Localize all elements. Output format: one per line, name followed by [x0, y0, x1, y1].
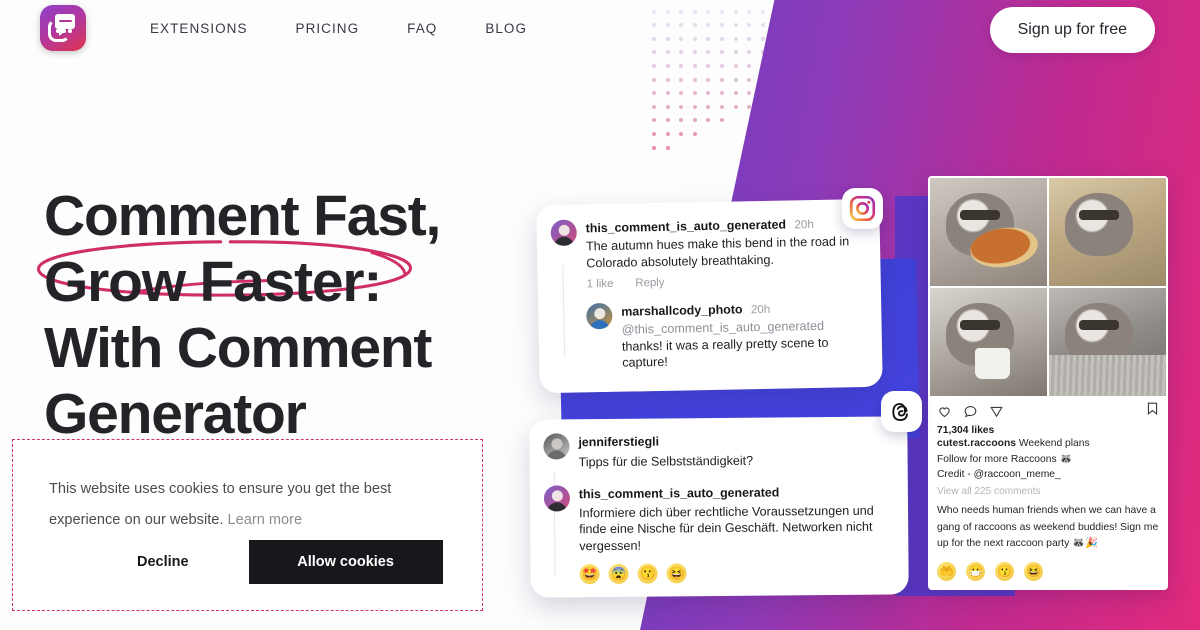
- reaction-emoji[interactable]: 😆: [1024, 562, 1043, 582]
- comment-text: Informiere dich über rechtliche Vorausse…: [578, 503, 874, 553]
- reaction-emoji[interactable]: 😨: [608, 563, 629, 584]
- heading-line-4: Generator: [44, 382, 307, 446]
- reply-button[interactable]: Reply: [635, 277, 664, 290]
- post-caption-line: Follow for more Raccoons 🦝: [937, 453, 1073, 465]
- reaction-emoji[interactable]: 😗: [995, 562, 1014, 582]
- share-icon[interactable]: [989, 404, 1004, 419]
- post-caption-credit: Credit - @raccoon_meme_: [937, 469, 1061, 481]
- view-all-comments-link[interactable]: View all 225 comments: [937, 486, 1159, 497]
- post-photo[interactable]: [930, 178, 1048, 287]
- site-header: EXTENSIONS PRICING FAQ BLOG Sign up for …: [0, 0, 1200, 56]
- comment-mention[interactable]: @this_comment_is_auto_generated: [621, 319, 824, 337]
- post-caption-line: cutest.raccoons Weekend plans: [937, 436, 1159, 452]
- reaction-emoji[interactable]: 😆: [666, 563, 687, 584]
- post-top-comment: Who needs human friends when we can have…: [937, 504, 1159, 550]
- post-photo[interactable]: [930, 287, 1048, 396]
- learn-more-link[interactable]: Learn more: [227, 512, 302, 528]
- nav-item-pricing[interactable]: PRICING: [296, 21, 360, 36]
- avatar[interactable]: [543, 433, 570, 460]
- cookie-message-text: This website uses cookies to ensure you …: [49, 481, 392, 528]
- comment-timestamp: 20h: [794, 217, 814, 232]
- nav-item-blog[interactable]: BLOG: [485, 21, 527, 36]
- instagram-post-card: 71,304 likes cutest.raccoons Weekend pla…: [928, 176, 1168, 590]
- comment-item: marshallcody_photo 20h @this_comment_is_…: [586, 298, 866, 372]
- comment-username[interactable]: this_comment_is_auto_generated: [586, 218, 787, 236]
- comment-icon[interactable]: [963, 404, 978, 419]
- hero-section: Comment Fast, Grow Faster: With Comment …: [36, 183, 441, 447]
- cookie-actions: Decline Allow cookies: [49, 540, 446, 584]
- nav-item-faq[interactable]: FAQ: [407, 21, 437, 36]
- decline-button[interactable]: Decline: [111, 544, 215, 580]
- cookie-consent-banner: This website uses cookies to ensure you …: [12, 439, 483, 611]
- signup-button[interactable]: Sign up for free: [989, 7, 1155, 53]
- avatar[interactable]: [543, 484, 571, 512]
- comment-body: thanks! it was a really pretty scene to …: [621, 335, 829, 370]
- page-title: Comment Fast, Grow Faster: With Comment …: [36, 183, 441, 447]
- comment-item: jenniferstiegli Tipps für die Selbststän…: [543, 430, 891, 471]
- main-navigation: EXTENSIONS PRICING FAQ BLOG: [150, 21, 527, 36]
- comment-bubble-logo-icon[interactable]: [40, 5, 86, 51]
- reaction-row: 🤩 😨 😗 😆: [579, 561, 892, 585]
- post-reaction-row: 🤲 😷 😗 😆: [937, 562, 1159, 589]
- post-photo[interactable]: [1048, 287, 1166, 396]
- reaction-emoji[interactable]: 😷: [966, 562, 985, 582]
- reaction-emoji[interactable]: 🤩: [579, 564, 600, 585]
- comment-text: @this_comment_is_auto_generated thanks! …: [621, 317, 866, 371]
- cookie-message: This website uses cookies to ensure you …: [49, 474, 446, 536]
- post-photo[interactable]: [1048, 178, 1166, 287]
- post-like-count: 71,304 likes: [937, 425, 995, 436]
- comment-username[interactable]: marshallcody_photo: [621, 302, 742, 318]
- bookmark-icon[interactable]: [1146, 401, 1159, 416]
- heart-icon[interactable]: [937, 404, 952, 419]
- avatar[interactable]: [586, 302, 613, 330]
- heading-line-1: Comment Fast,: [44, 184, 441, 248]
- comment-timestamp: 20h: [750, 302, 771, 317]
- post-photo-grid: [928, 176, 1168, 398]
- comment-username[interactable]: this_comment_is_auto_generated: [579, 485, 780, 501]
- comment-username[interactable]: jenniferstiegli: [578, 435, 659, 450]
- post-action-bar: [928, 398, 1168, 424]
- reaction-emoji[interactable]: 😗: [637, 563, 658, 584]
- comment-meta: 1 like Reply: [587, 273, 865, 290]
- nav-item-extensions[interactable]: EXTENSIONS: [150, 21, 248, 36]
- comment-text: The autumn hues make this bend in the ro…: [585, 234, 850, 270]
- threads-comment-card: jenniferstiegli Tipps für die Selbststän…: [529, 416, 909, 598]
- heading-line-2: Grow Faster:: [44, 250, 382, 314]
- instagram-icon: [842, 188, 883, 229]
- avatar[interactable]: [550, 219, 578, 247]
- instagram-comment-card: this_comment_is_auto_generated 20h The a…: [536, 198, 883, 394]
- like-count[interactable]: 1 like: [587, 278, 614, 291]
- comment-item: this_comment_is_auto_generated Informier…: [543, 482, 893, 585]
- reaction-emoji[interactable]: 🤲: [937, 562, 956, 582]
- comment-text: Tipps für die Selbstständigkeit?: [578, 453, 754, 470]
- allow-cookies-button[interactable]: Allow cookies: [248, 540, 443, 584]
- post-caption-title: Weekend plans: [1018, 438, 1090, 449]
- post-caption-block: 71,304 likes cutest.raccoons Weekend pla…: [928, 424, 1168, 589]
- heading-line-3: With Comment: [44, 316, 432, 380]
- post-author[interactable]: cutest.raccoons: [937, 438, 1016, 449]
- threads-icon: [881, 391, 922, 432]
- comment-item: this_comment_is_auto_generated 20h The a…: [550, 214, 865, 291]
